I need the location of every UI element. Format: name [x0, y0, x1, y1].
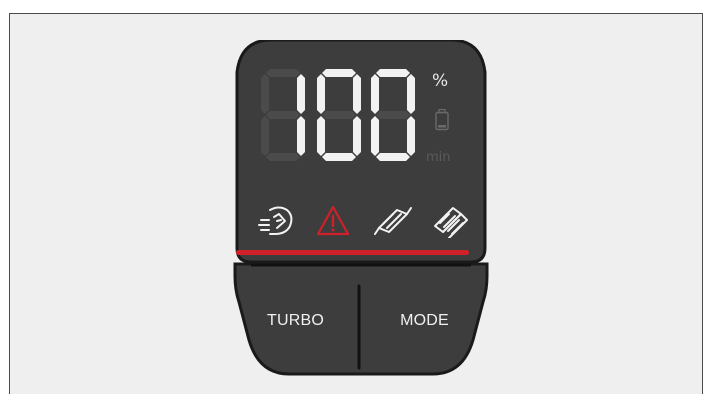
battery-icon [435, 108, 449, 135]
segment-c [407, 116, 415, 156]
segment-b [407, 74, 415, 114]
segment-d [376, 153, 410, 161]
speed-hand-icon [257, 204, 297, 242]
status-icon-row [255, 204, 475, 239]
segment-g [376, 111, 410, 119]
segment-e [371, 116, 379, 156]
segment-d [322, 153, 356, 161]
bike-display-unit: % min TURBO MODE [233, 40, 489, 394]
segment-f [371, 74, 379, 114]
segment-e [317, 116, 325, 156]
segment-g [322, 111, 356, 119]
segment-b [297, 74, 305, 114]
segment-a [376, 69, 410, 77]
segment-f [261, 74, 269, 114]
warning-indicator-bar [236, 250, 469, 255]
minutes-unit: min [426, 150, 451, 165]
segment-c [297, 116, 305, 156]
turbo-button-label: TURBO [267, 312, 324, 329]
percent-unit: % [432, 71, 449, 91]
digit-2 [371, 69, 415, 161]
segment-e [261, 116, 269, 156]
warning-triangle-icon [315, 204, 351, 242]
segment-b [353, 74, 361, 114]
segment-a [266, 69, 300, 77]
segment-d [266, 153, 300, 161]
digit-1 [317, 69, 361, 161]
segment-g [266, 111, 300, 119]
segment-c [353, 116, 361, 156]
seven-segment-display [261, 69, 415, 161]
mode-button[interactable]: MODE [360, 266, 489, 392]
segment-a [322, 69, 356, 77]
turbo-button[interactable]: TURBO [233, 266, 358, 392]
mode-button-label: MODE [400, 312, 449, 329]
segment-f [317, 74, 325, 114]
digit-0 [261, 69, 305, 161]
brake-pads-icon [431, 204, 471, 242]
bike-chain-icon [373, 204, 413, 242]
